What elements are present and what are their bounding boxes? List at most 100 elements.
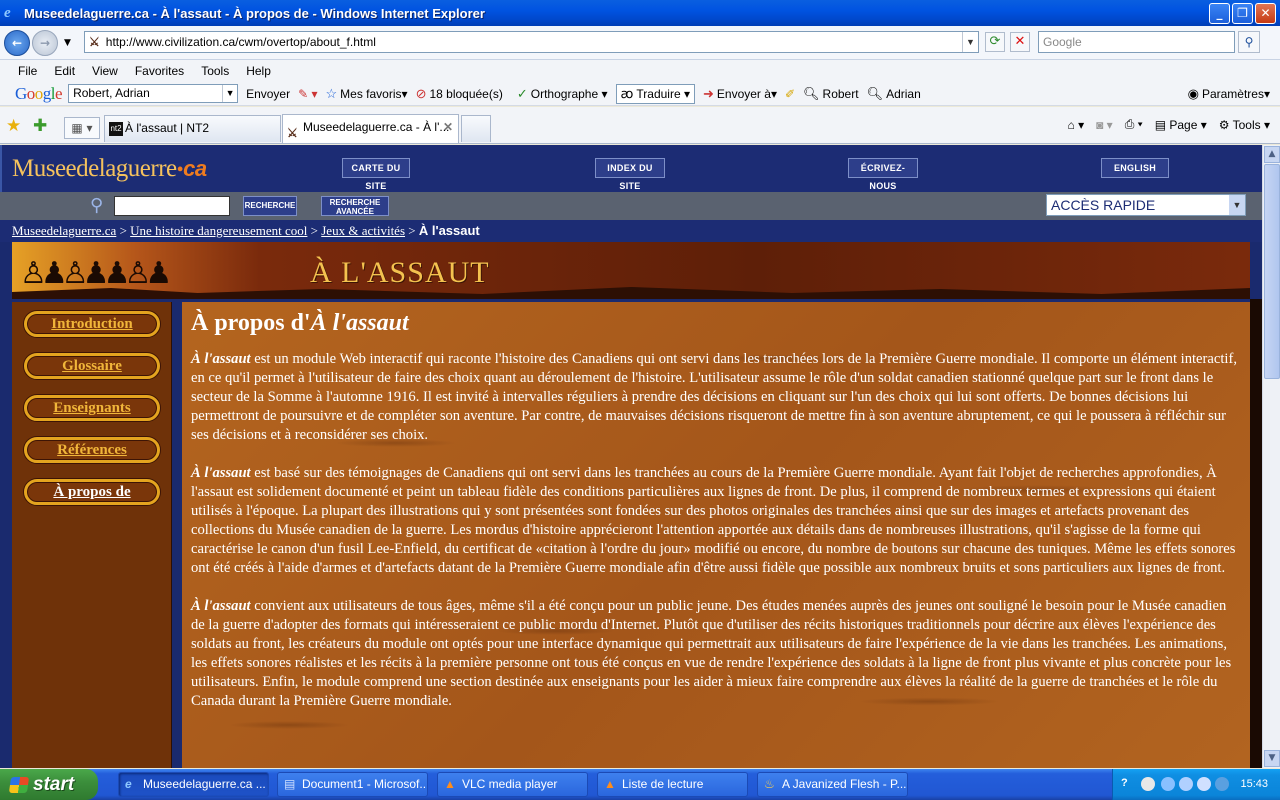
content-frame-edge	[1250, 299, 1262, 768]
page-scrollbar[interactable]: ▲ ▼	[1262, 145, 1280, 768]
back-button[interactable]: ←	[4, 29, 30, 56]
mes-favoris-button[interactable]: ☆ Mes favoris ▾	[326, 86, 408, 102]
help-icon[interactable]: ?	[1121, 777, 1135, 791]
nav-introduction[interactable]: Introduction	[24, 311, 160, 337]
users-icon[interactable]	[1179, 777, 1193, 791]
robert-label: Robert	[822, 86, 859, 101]
paragraph-3: À l'assaut convient aux utilisateurs de …	[191, 597, 1242, 711]
menu-view[interactable]: View	[92, 64, 118, 78]
address-url: http://www.civilization.ca/cwm/overtop/a…	[105, 35, 376, 49]
task-javanized[interactable]: ♨ A Javanized Flesh - P...	[757, 772, 908, 797]
close-window-button[interactable]: ✕	[1255, 3, 1276, 24]
history-dropdown-icon[interactable]: ▼	[64, 38, 71, 48]
task-word[interactable]: ▤ Document1 - Microsof...	[277, 772, 428, 797]
vlc-icon: ▲	[604, 777, 616, 791]
adrian-button[interactable]: 🔍︎ Adrian	[867, 86, 921, 102]
advanced-line-1: RECHERCHE	[329, 198, 381, 207]
breadcrumb-home[interactable]: Museedelaguerre.ca	[12, 223, 116, 238]
breadcrumb-jeux[interactable]: Jeux & activités	[321, 223, 405, 238]
minimize-button[interactable]: _	[1209, 3, 1230, 24]
scroll-up-icon[interactable]: ▲	[1264, 146, 1280, 163]
task-vlc[interactable]: ▲ VLC media player	[437, 772, 588, 797]
envoyer-a-label: Envoyer à	[716, 86, 771, 101]
volume-icon[interactable]	[1197, 777, 1211, 791]
tools-menu[interactable]: ⚙ Tools ▾	[1219, 118, 1270, 132]
task-playlist[interactable]: ▲ Liste de lecture	[597, 772, 748, 797]
window-title: Museedelaguerre.ca - À l'assaut - À prop…	[24, 5, 485, 21]
scroll-down-icon[interactable]: ▼	[1264, 750, 1280, 767]
highlight-icon[interactable]: ✐	[785, 87, 795, 101]
traduire-button[interactable]: ꜵ Traduire ▾	[615, 83, 695, 104]
home-icon[interactable]: ⌂ ▾	[1067, 118, 1084, 132]
address-bar[interactable]: ⚔ http://www.civilization.ca/cwm/overtop…	[84, 31, 979, 53]
orthographe-label: Orthographe	[530, 86, 599, 101]
word-icon: ▤	[284, 777, 296, 791]
banner-title: À L'ASSAUT	[310, 256, 490, 289]
site-logo-text: Museedelaguerre	[12, 155, 177, 182]
address-dropdown-icon[interactable]: ▼	[962, 32, 978, 52]
task-ie[interactable]: e Museedelaguerre.ca ...	[118, 772, 269, 797]
task-label: Document1 - Microsof...	[302, 777, 428, 791]
print-icon[interactable]: ⎙ ▾	[1125, 117, 1143, 132]
quick-tabs-button[interactable]: ▦ ▾	[64, 117, 100, 139]
page-menu[interactable]: ▤ Page ▾	[1155, 118, 1207, 132]
breadcrumb-current: À l'assaut	[418, 223, 480, 238]
scroll-thumb[interactable]	[1264, 164, 1280, 379]
nav-references[interactable]: Références	[24, 437, 160, 463]
ie-icon: e	[4, 5, 11, 21]
nav-enseignants[interactable]: Enseignants	[24, 395, 160, 421]
nt2-favicon-icon: nt2	[109, 122, 123, 136]
menu-favorites[interactable]: Favorites	[135, 64, 184, 78]
refresh-button[interactable]: ⟳	[985, 32, 1005, 52]
robert-button[interactable]: 🔍︎ Robert	[803, 86, 859, 102]
site-search-input[interactable]	[114, 196, 230, 216]
send-icon: ➜	[703, 85, 714, 101]
menu-file[interactable]: File	[18, 64, 37, 78]
forward-button[interactable]: →	[32, 29, 58, 56]
windows-taskbar: start e Museedelaguerre.ca ... ▤ Document1…	[0, 769, 1280, 800]
menu-tools[interactable]: Tools	[201, 64, 229, 78]
menu-help[interactable]: Help	[246, 64, 271, 78]
tab-nt2[interactable]: nt2 À l'assaut | NT2	[104, 115, 281, 142]
tab-label: Museedelaguerre.ca - À l'...	[303, 120, 450, 134]
add-favorite-icon[interactable]: ✚	[33, 116, 47, 136]
close-tab-icon[interactable]: ✕	[443, 115, 453, 140]
new-tab-button[interactable]	[461, 115, 491, 142]
parametres-button[interactable]: ◉ Paramètres ▾	[1188, 86, 1270, 102]
recherche-button[interactable]: RECHERCHE	[243, 196, 297, 216]
favorites-star-icon[interactable]: ★	[6, 116, 21, 136]
nav-a-propos[interactable]: À propos de	[24, 479, 160, 505]
ecrivez-nous-button[interactable]: ÉCRIVEZ-NOUS	[848, 158, 918, 191]
menu-edit[interactable]: Edit	[54, 64, 75, 78]
start-button[interactable]: start	[0, 769, 98, 800]
index-du-site-button[interactable]: INDEX DU SITE	[595, 158, 665, 191]
search-icon[interactable]: ⚲	[1238, 31, 1260, 53]
maximize-button[interactable]: ❐	[1232, 3, 1253, 24]
popup-blocker-button[interactable]: ⊘ 18 bloquée(s)	[416, 86, 503, 102]
back-circle-icon[interactable]	[1161, 777, 1175, 791]
stop-button[interactable]: ✕	[1010, 32, 1030, 52]
security-icon[interactable]	[1215, 777, 1229, 791]
breadcrumb-histoire[interactable]: Une histoire dangereusement cool	[130, 223, 307, 238]
bookmark-icon[interactable]: ✎ ▾	[298, 87, 317, 101]
soldiers-silhouette-icon: ♙♟♙♟♟♙♟	[20, 256, 172, 291]
acces-rapide-select[interactable]: ACCÈS RAPIDE ▼	[1046, 194, 1246, 216]
carte-du-site-button[interactable]: CARTE DU SITE	[342, 158, 410, 191]
chevron-down-icon: ▼	[222, 85, 237, 102]
tab-museedelaguerre[interactable]: ⚔ Museedelaguerre.ca - À l'... ✕	[282, 114, 459, 143]
paragraph-lead: À l'assaut	[191, 465, 251, 481]
english-button[interactable]: ENGLISH	[1101, 158, 1169, 178]
orthographe-button[interactable]: ✓ Orthographe ▾	[517, 86, 608, 102]
search-input[interactable]: Google	[1038, 31, 1235, 53]
feeds-icon[interactable]: ◙ ▾	[1096, 118, 1113, 132]
google-account-select[interactable]: Robert, Adrian ▼	[68, 84, 239, 103]
envoyer-button[interactable]: Envoyer	[246, 87, 290, 101]
network-icon[interactable]	[1141, 777, 1155, 791]
blocked-icon: ⊘	[415, 85, 427, 101]
envoyer-a-button[interactable]: ➜ Envoyer à ▾	[703, 86, 777, 102]
site-logo[interactable]: Museedelaguerre•ca	[12, 155, 207, 183]
nav-glossaire[interactable]: Glossaire	[24, 353, 160, 379]
advanced-line-2: AVANCÉE	[336, 207, 374, 216]
recherche-avancee-button[interactable]: RECHERCHE AVANCÉE	[321, 196, 389, 216]
paragraph-1: À l'assaut est un module Web interactif …	[191, 350, 1242, 445]
